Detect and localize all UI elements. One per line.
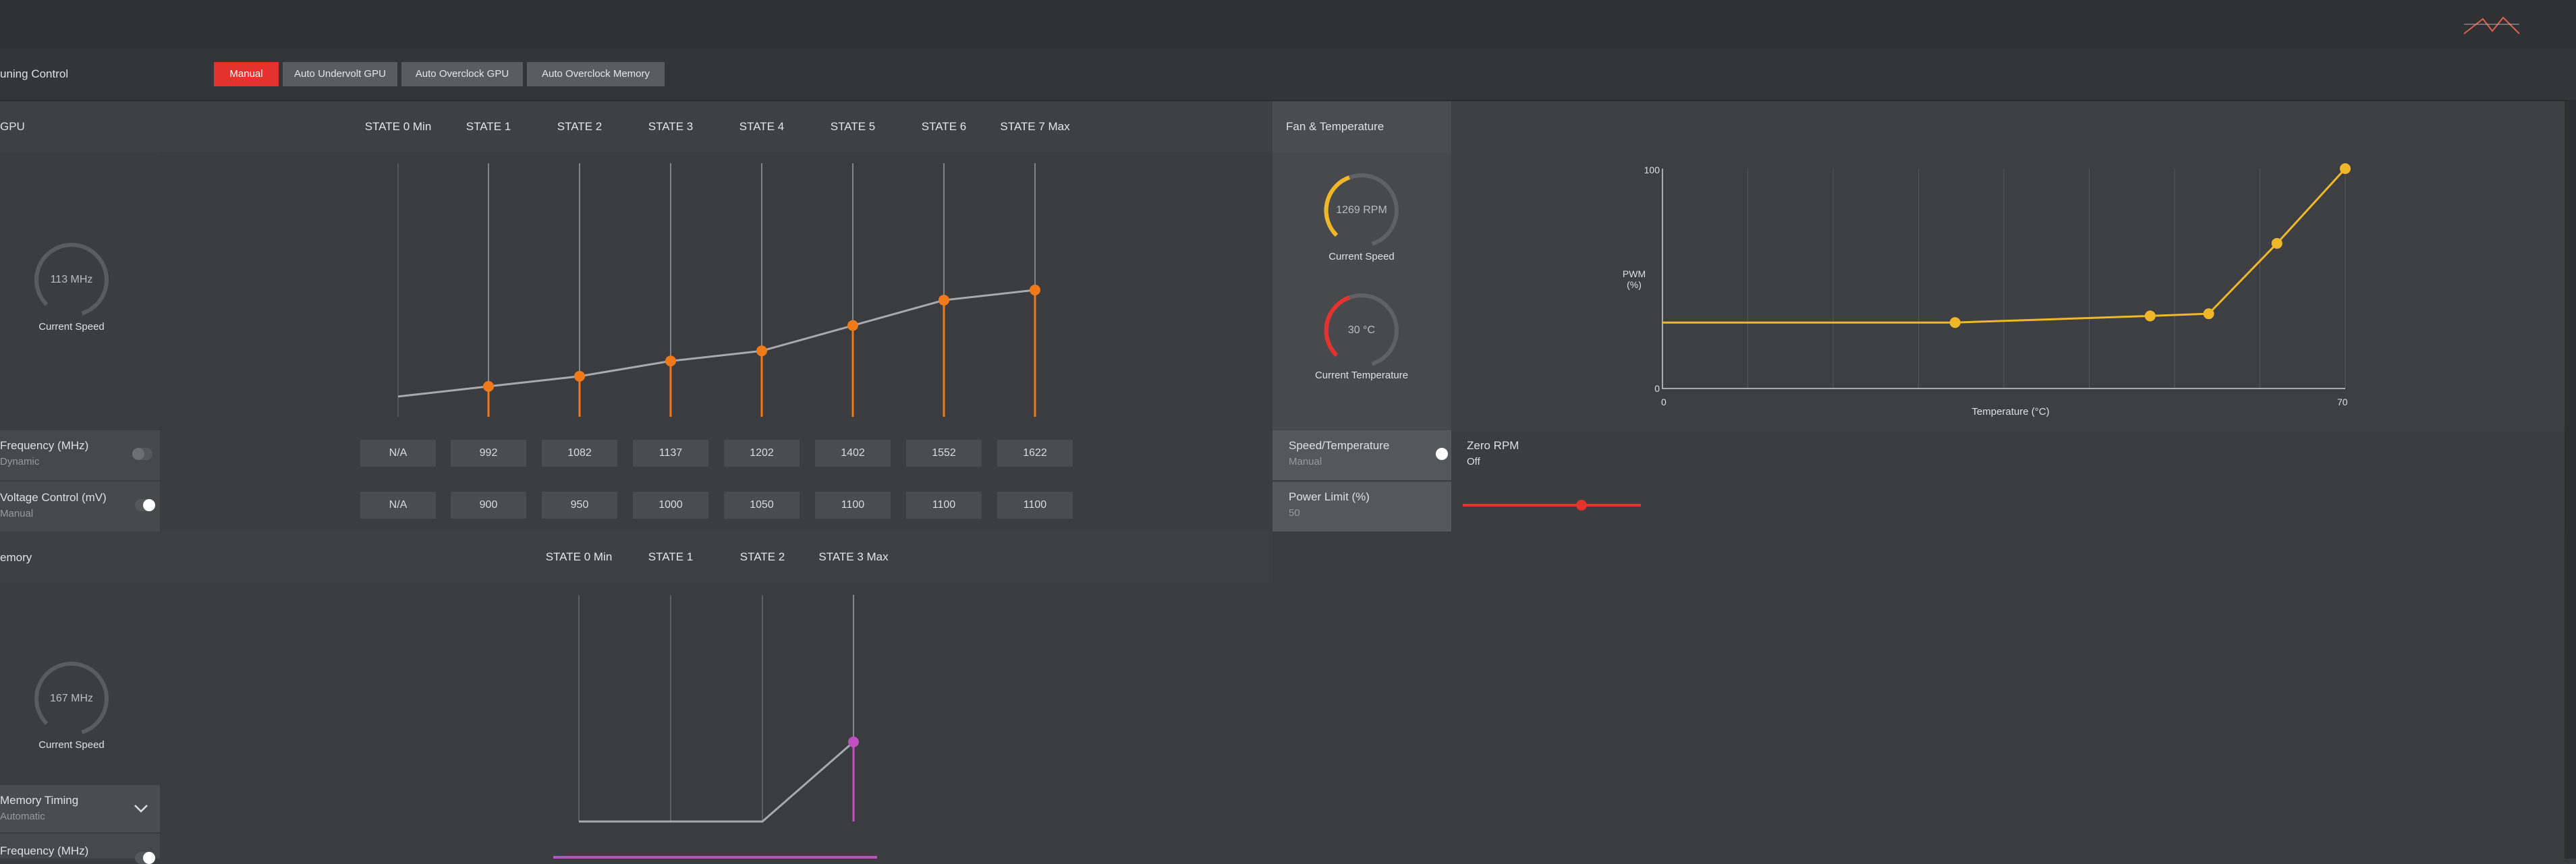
memory-speed-caption: Current Speed xyxy=(38,739,105,751)
gpu-state-header-1: STATE 1 xyxy=(466,120,511,133)
gpu-state-header-7: STATE 7 Max xyxy=(1000,120,1070,133)
fan-curve-point-5 xyxy=(2340,163,2351,174)
gpu-voltage-value-5[interactable]: 1100 xyxy=(815,492,891,519)
title-bar xyxy=(0,0,2576,49)
window-logo xyxy=(2463,13,2521,39)
power-limit-label: Power Limit (%) xyxy=(1289,490,1370,503)
gpu-frequency-toggle[interactable] xyxy=(132,448,152,460)
gpu-voltage-value-1[interactable]: 900 xyxy=(451,492,526,519)
temperature-caption: Current Temperature xyxy=(1314,370,1409,381)
gpu-curve-point-2 xyxy=(574,370,585,382)
gpu-voltage-value-4[interactable]: 1050 xyxy=(724,492,800,519)
gpu-voltage-value-6[interactable]: 1100 xyxy=(906,492,982,519)
gpu-state-curve[interactable] xyxy=(364,156,1053,424)
fan-chart-ylabel: PWM (%) xyxy=(1622,268,1646,290)
gpu-curve-point-4 xyxy=(756,345,767,357)
fan-chart-ymax: 100 xyxy=(1644,165,1660,175)
gpu-voltage-value-0[interactable]: N/A xyxy=(360,492,436,519)
tab-auto-overclock-memory[interactable]: Auto Overclock Memory xyxy=(527,62,665,86)
fan-chart-xlabel: Temperature (°C) xyxy=(1971,406,2050,417)
gpu-state-header-3: STATE 3 xyxy=(648,120,694,133)
memory-timing-label: Memory Timing xyxy=(0,794,79,807)
tab-auto-undervolt-gpu[interactable]: Auto Undervolt GPU xyxy=(283,62,397,86)
gpu-curve-point-1 xyxy=(483,380,494,392)
memory-section-label: emory xyxy=(0,551,32,564)
speed-temperature-cell xyxy=(1272,430,1451,480)
fan-curve-point-1 xyxy=(1949,317,1961,328)
gpu-voltage-label: Voltage Control (mV) xyxy=(0,491,107,504)
gpu-frequency-value-1[interactable]: 992 xyxy=(451,440,526,467)
fan-curve-chart[interactable] xyxy=(1606,159,2375,422)
memory-speed-value: 167 MHz xyxy=(49,693,94,704)
fan-curve-point-2 xyxy=(2144,310,2156,322)
gpu-curve-line xyxy=(397,289,1036,398)
chevron-down-icon[interactable] xyxy=(134,804,148,813)
zero-rpm-label: Zero RPM xyxy=(1467,439,1519,452)
tab-auto-overclock-gpu[interactable]: Auto Overclock GPU xyxy=(401,62,523,86)
gpu-state-header-6: STATE 6 xyxy=(921,120,967,133)
memory-frequency-label: Frequency (MHz) xyxy=(0,844,89,857)
gpu-state-header-5: STATE 5 xyxy=(830,120,876,133)
gpu-frequency-value-7[interactable]: 1622 xyxy=(997,440,1073,467)
fan-section-label: Fan & Temperature xyxy=(1286,120,1384,133)
fan-curve-point-4 xyxy=(2271,237,2283,249)
gpu-state-header-2: STATE 2 xyxy=(557,120,603,133)
gpu-frequency-mode: Dynamic xyxy=(0,456,40,467)
memory-state-curve[interactable] xyxy=(553,585,904,828)
gpu-curve-point-3 xyxy=(665,355,676,367)
tuning-control-label: uning Control xyxy=(0,67,69,80)
temperature-value: 30 °C xyxy=(1347,324,1376,336)
gpu-voltage-toggle[interactable] xyxy=(135,499,155,511)
fan-curve-point-3 xyxy=(2203,308,2214,320)
gpu-speed-caption: Current Speed xyxy=(38,321,105,333)
fan-chart-xmax: 70 xyxy=(2337,397,2348,407)
gpu-frequency-value-6[interactable]: 1552 xyxy=(906,440,982,467)
logo-icon xyxy=(2463,16,2520,34)
gpu-curve-point-5 xyxy=(847,320,858,331)
fan-speed-caption: Current Speed xyxy=(1328,251,1395,262)
memory-frequency-row xyxy=(0,834,1272,859)
power-limit-cell xyxy=(1272,482,1451,531)
gpu-voltage-value-3[interactable]: 1000 xyxy=(633,492,708,519)
gpu-frequency-value-4[interactable]: 1202 xyxy=(724,440,800,467)
fan-chart-ymin: 0 xyxy=(1654,383,1660,394)
memory-state-header-1: STATE 1 xyxy=(648,550,694,563)
scrollbar[interactable] xyxy=(2565,101,2576,859)
speed-temperature-row xyxy=(1272,430,2565,480)
memory-curve-line xyxy=(579,741,854,823)
memory-frequency-slider[interactable] xyxy=(553,856,877,859)
gpu-speed-value: 113 MHz xyxy=(50,274,93,285)
memory-timing-mode: Automatic xyxy=(0,811,45,822)
memory-frequency-toggle[interactable] xyxy=(135,852,155,864)
memory-state-header-2: STATE 2 xyxy=(739,550,785,563)
gpu-curve-point-6 xyxy=(939,295,949,306)
power-limit-value: 50 xyxy=(1289,507,1300,519)
power-limit-row xyxy=(1272,482,2565,531)
memory-state-header-0: STATE 0 Min xyxy=(545,550,613,563)
gpu-state-header-0: STATE 0 Min xyxy=(364,120,432,133)
gpu-voltage-value-7[interactable]: 1100 xyxy=(997,492,1073,519)
memory-state-header-3: STATE 3 Max xyxy=(818,550,889,563)
fan-chart-xmin: 0 xyxy=(1661,397,1667,407)
zero-rpm-value[interactable]: Off xyxy=(1467,456,1480,467)
speed-temperature-toggle[interactable] xyxy=(1428,448,1448,460)
gpu-voltage-mode: Manual xyxy=(0,508,34,519)
power-limit-slider-track[interactable] xyxy=(1463,504,1641,507)
gpu-section-label: GPU xyxy=(0,120,25,133)
gpu-frequency-label: Frequency (MHz) xyxy=(0,439,89,452)
gpu-curve-point-7 xyxy=(1030,285,1040,295)
gpu-frequency-value-0[interactable]: N/A xyxy=(360,440,436,467)
gpu-state-header-4: STATE 4 xyxy=(739,120,785,133)
speed-temperature-mode: Manual xyxy=(1289,456,1322,467)
gpu-frequency-value-5[interactable]: 1402 xyxy=(815,440,891,467)
tab-manual[interactable]: Manual xyxy=(214,62,279,86)
gpu-frequency-value-2[interactable]: 1082 xyxy=(542,440,617,467)
gpu-frequency-value-3[interactable]: 1137 xyxy=(633,440,708,467)
gpu-voltage-value-2[interactable]: 950 xyxy=(542,492,617,519)
speed-temperature-label: Speed/Temperature xyxy=(1289,439,1390,452)
memory-curve-point-3 xyxy=(848,737,859,747)
fan-speed-value: 1269 RPM xyxy=(1336,204,1387,216)
